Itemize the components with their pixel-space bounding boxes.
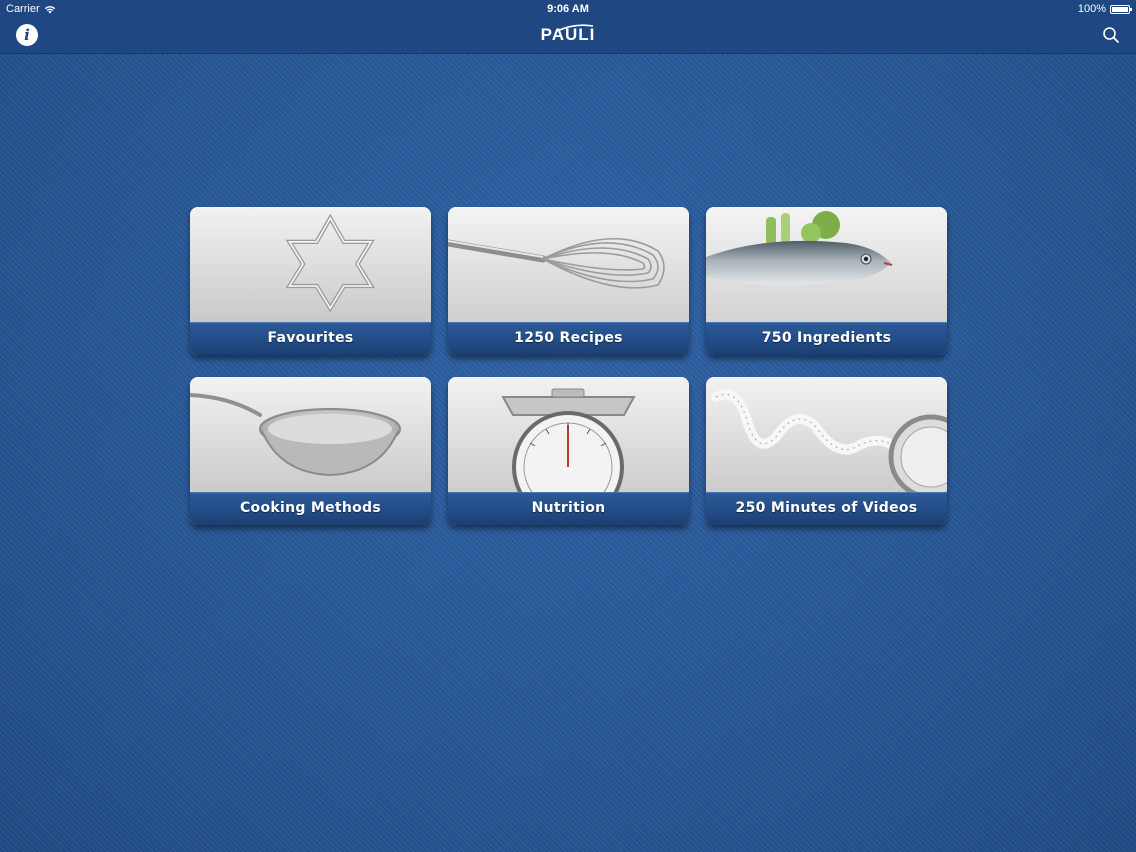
star-cookie-cutter-icon	[190, 207, 431, 323]
frying-pan-icon	[190, 377, 431, 493]
tile-recipes[interactable]: 1250 Recipes	[448, 207, 689, 355]
search-icon	[1103, 27, 1119, 43]
search-button[interactable]	[1102, 26, 1120, 44]
battery-icon	[1110, 4, 1132, 14]
status-bar: Carrier 9:06 AM 100%	[0, 0, 1136, 18]
battery-indicator: 100%	[1077, 3, 1132, 15]
tile-label: 1250 Recipes	[448, 322, 689, 355]
tile-ingredients[interactable]: 750 Ingredients	[706, 207, 947, 355]
tile-label: 750 Ingredients	[706, 322, 947, 355]
tile-favourites[interactable]: Favourites	[190, 207, 431, 355]
kitchen-scale-icon	[448, 377, 689, 493]
measuring-tape-icon	[706, 377, 947, 493]
tile-label: Cooking Methods	[190, 492, 431, 525]
tile-label: 250 Minutes of Videos	[706, 492, 947, 525]
tile-nutrition[interactable]: Nutrition	[448, 377, 689, 525]
battery-percent: 100%	[1077, 3, 1106, 15]
logo-swoosh-icon	[556, 24, 593, 32]
tile-cooking-methods[interactable]: Cooking Methods	[190, 377, 431, 525]
whisk-icon	[448, 207, 689, 323]
app-logo: PAULI	[0, 22, 1136, 48]
clock: 9:06 AM	[547, 3, 589, 15]
tile-label: Favourites	[190, 322, 431, 355]
fish-icon	[706, 207, 947, 323]
nav-bar: i PAULI	[0, 18, 1136, 54]
tile-label: Nutrition	[448, 492, 689, 525]
menu-grid: Favourites 1250 Recipes 750 Ingredients …	[190, 207, 947, 525]
tile-videos[interactable]: 250 Minutes of Videos	[706, 377, 947, 525]
